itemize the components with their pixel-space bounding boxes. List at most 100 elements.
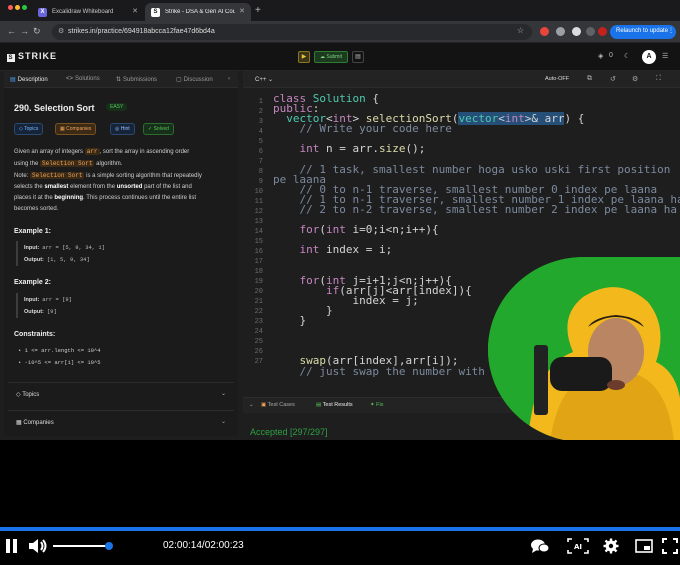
extension-icon[interactable] — [586, 27, 595, 36]
volume-slider-handle[interactable] — [105, 542, 113, 550]
strike-logo[interactable]: S STRIKE — [7, 51, 57, 62]
close-icon[interactable]: ✕ — [132, 7, 138, 15]
tab-discussion[interactable]: ▢ Discussion — [176, 76, 213, 83]
companies-accordion[interactable]: ▦ Companies ⌄ — [8, 410, 234, 432]
tab-label: Solutions — [75, 76, 100, 82]
example-divider — [16, 293, 18, 318]
solved-chip: ✓ Solved — [143, 123, 174, 135]
fix-button[interactable]: ✦ Fix — [370, 402, 383, 408]
settings-icon[interactable]: ⚙ — [632, 75, 638, 83]
submit-button[interactable]: ☁ Submit — [314, 51, 348, 63]
chevron-down-icon: ⌄ — [268, 77, 274, 83]
new-tab-icon[interactable]: + — [255, 5, 261, 16]
collapse-panel-icon[interactable]: ‹ — [228, 76, 230, 82]
more-menu-icon[interactable]: ⋮ — [668, 27, 674, 34]
volume-slider[interactable] — [53, 545, 111, 547]
profile-icon[interactable] — [598, 27, 607, 36]
fullscreen-icon[interactable]: ⛶ — [656, 75, 661, 83]
forward-icon[interactable]: → — [20, 26, 29, 36]
description-line: Given an array of integers arr, sort the… — [14, 148, 190, 155]
topics-accordion[interactable]: ◇ Topics ⌄ — [8, 382, 234, 404]
tab-submissions[interactable]: ⇅ Submissions — [116, 76, 157, 83]
extension-icon[interactable] — [540, 27, 549, 36]
fullscreen-button[interactable] — [662, 538, 678, 559]
captions-button[interactable]: AI — [567, 538, 589, 559]
settings-button[interactable] — [603, 538, 619, 559]
extension-icon[interactable] — [572, 27, 581, 36]
terminal-icon: ▤ — [316, 402, 323, 408]
description-line: places it at the beginning. This process… — [14, 195, 196, 201]
tab-label: Test Results — [322, 402, 353, 408]
example-output: Output: [1, 5, 9, 34] — [24, 256, 90, 263]
volume-button[interactable] — [28, 538, 48, 559]
fullscreen-icon — [662, 538, 678, 554]
window-close-dot[interactable] — [8, 5, 13, 10]
site-info-icon[interactable]: ⚙ — [58, 27, 64, 35]
reset-icon[interactable]: ↺ — [610, 75, 616, 83]
browser-tab-excalidraw[interactable]: X Excalidraw Whiteboard ✕ — [32, 3, 144, 21]
chevron-down-icon: ⌄ — [220, 419, 226, 425]
tab-description[interactable]: ▤ Description — [10, 76, 48, 83]
caption-ai-icon: AI — [567, 538, 589, 554]
constraint-item: • 1 <= arr.length <= 10^4 — [18, 347, 101, 354]
moon-icon[interactable]: ☾ — [624, 52, 630, 60]
description-line: using the Selection Sort algorithm. — [14, 160, 123, 167]
chevron-down-icon: ⌄ — [220, 391, 226, 397]
auto-toggle[interactable]: Auto-OFF — [545, 76, 569, 82]
presenter-video-icon — [488, 257, 680, 440]
strike-logo-icon: S — [7, 54, 15, 62]
window-minimize-dot[interactable] — [15, 5, 20, 10]
relaunch-button[interactable]: Relaunch to update ⋮ — [610, 25, 676, 39]
description-line: Note: Selection Sort is a simple sorting… — [14, 172, 202, 179]
example-output: Output: [9] — [24, 308, 57, 315]
chat-button[interactable] — [530, 538, 550, 559]
play-icon: ▶ — [301, 54, 307, 60]
browser-tab-label: Strike - DSA & Gen AI Course — [165, 9, 235, 15]
video-progress-bar[interactable] — [0, 527, 680, 531]
screen: X Excalidraw Whiteboard ✕ S Strike - DSA… — [0, 0, 680, 565]
constraint-item: • -10^5 <= arr[i] <= 10^5 — [18, 359, 101, 366]
example-title: Example 1: — [14, 228, 51, 235]
accordion-label: Companies — [23, 420, 54, 426]
webcam-overlay — [488, 257, 680, 440]
url-field[interactable]: ⚙ strikes.in/practice/694918abcca12fae47… — [52, 24, 532, 40]
back-icon[interactable]: ← — [7, 26, 16, 36]
app-header: S STRIKE ▶ ☁ Submit ▤ ◈ 0 ☾ A ☰ — [0, 43, 680, 71]
logo-text: STRIKE — [18, 51, 58, 61]
menu-icon[interactable]: ☰ — [662, 52, 668, 60]
pause-button[interactable] — [5, 538, 19, 559]
bookmark-star-icon[interactable]: ☆ — [517, 26, 524, 35]
chip-label: Topics — [24, 126, 39, 132]
tab-label: Submissions — [123, 77, 158, 83]
streak-icon[interactable]: ◈ — [598, 52, 603, 60]
example-input: Input: arr = [5, 9, 34, 1] — [24, 244, 105, 251]
problem-panel: ▤ Description <> Solutions ⇅ Submissions ▢ D… — [4, 71, 238, 436]
browser-tab-strike[interactable]: S Strike - DSA & Gen AI Course ✕ — [145, 3, 251, 21]
notes-button[interactable]: ▤ — [352, 51, 364, 63]
collapse-icon[interactable]: ⌄ — [249, 402, 254, 408]
copy-icon[interactable]: ⧉ — [587, 75, 592, 83]
window-maximize-dot[interactable] — [22, 5, 27, 10]
accordion-label: Topics — [22, 392, 40, 398]
language-label: C++ — [255, 77, 267, 83]
topics-chip[interactable]: ◇ Topics — [14, 123, 44, 135]
run-button[interactable]: ▶ — [298, 51, 310, 63]
close-icon[interactable]: ✕ — [239, 7, 245, 15]
picture-in-picture-button[interactable] — [635, 538, 653, 559]
companies-chip[interactable]: ▦ Companies — [55, 123, 97, 135]
tab-solutions[interactable]: <> Solutions — [66, 76, 100, 82]
reload-icon[interactable]: ↻ — [33, 26, 41, 37]
tab-test-cases[interactable]: ▣ Test Cases — [261, 402, 295, 408]
hint-chip[interactable]: ◎ Hint — [110, 123, 135, 135]
language-select[interactable]: C++ ⌄ — [255, 76, 273, 83]
extension-icon[interactable] — [556, 27, 565, 36]
browser-tab-label: Excalidraw Whiteboard — [52, 9, 114, 15]
tab-label: Fix — [376, 402, 384, 408]
example-title: Example 2: — [14, 279, 51, 286]
example-divider — [16, 241, 18, 266]
tab-test-results[interactable]: ▤ Test Results — [316, 402, 353, 408]
picture-in-picture-icon — [635, 539, 653, 553]
avatar[interactable]: A — [642, 50, 656, 64]
accepted-status: Accepted [297/297] — [250, 427, 328, 437]
chat-icon — [531, 539, 550, 553]
